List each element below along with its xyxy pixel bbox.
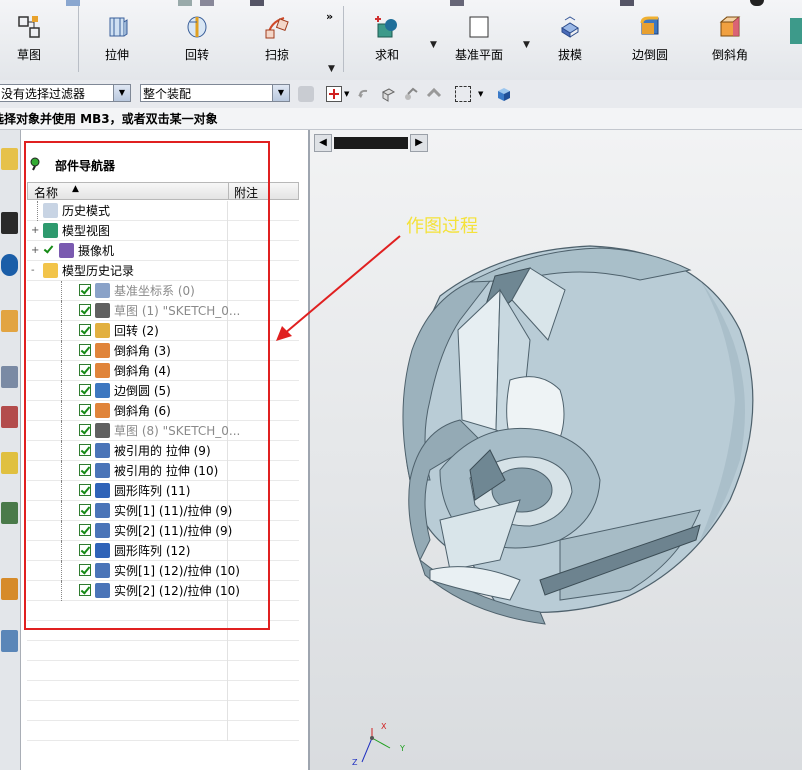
model-canvas [276, 235, 754, 763]
annotation-arrow [276, 235, 401, 341]
triad-label-y: Y [400, 744, 405, 753]
triad-label-z: Z [352, 758, 358, 767]
view-triad [361, 728, 391, 763]
triad-label-x: X [381, 722, 387, 731]
part-model[interactable] [402, 245, 754, 625]
